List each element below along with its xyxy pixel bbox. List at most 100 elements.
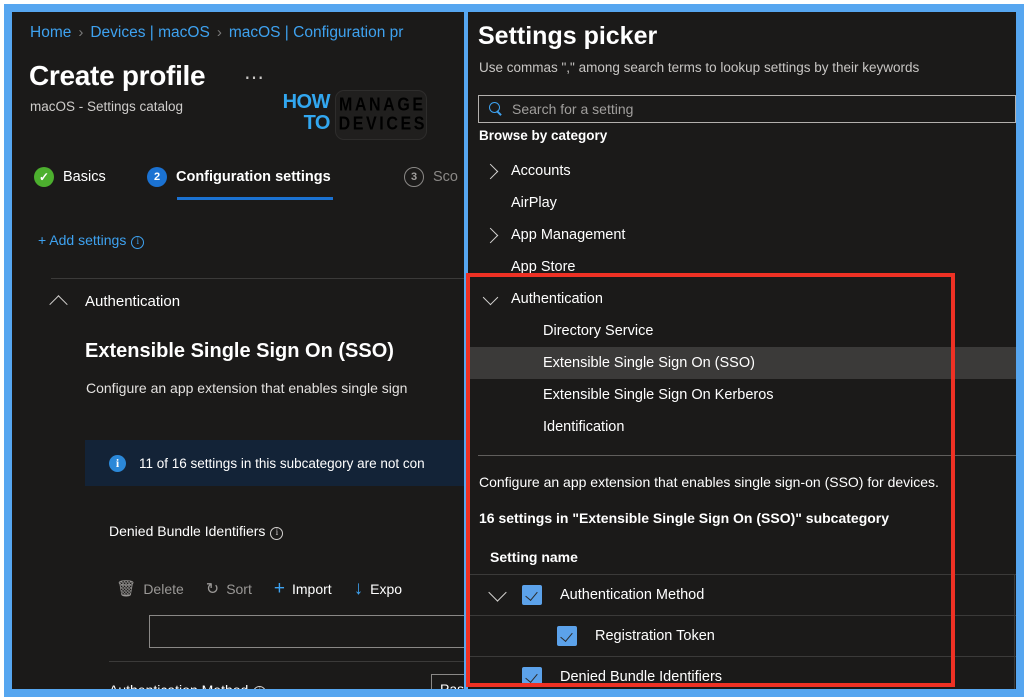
subcategory-extensible-sso-kerberos[interactable]: Extensible Single Sign On Kerberos (468, 379, 1016, 411)
no-chevron-icon (485, 422, 496, 433)
info-icon[interactable]: i (131, 236, 145, 249)
create-profile-blade: Home › Devices | macOS › macOS | Configurati… (12, 12, 464, 689)
how-to-manage-devices-logo: HOW TO MANAGE DEVICES (277, 90, 427, 142)
settings-picker-title: Settings picker (478, 22, 658, 50)
logo-howto-text: HOW TO (277, 92, 331, 134)
subcategory-directory-service[interactable]: Directory Service (468, 315, 1016, 347)
category-accounts[interactable]: Accounts (468, 155, 1016, 187)
column-separator (1014, 616, 1015, 657)
tab-scope-tags-number: 3 (404, 167, 424, 187)
sso-heading: Extensible Single Sign On (SSO) (85, 340, 394, 362)
breadcrumb-item-config-profiles[interactable]: macOS | Configuration pr (229, 24, 404, 41)
divider (109, 661, 464, 662)
logo-manage-devices-box: MANAGE DEVICES (335, 90, 427, 140)
delete-label: Delete (143, 581, 184, 597)
tab-configuration-settings-number: 2 (147, 167, 167, 187)
no-chevron-icon (485, 358, 496, 369)
column-separator (1014, 657, 1015, 689)
chevron-right-icon (482, 163, 499, 179)
authentication-method-text: Authentication Method (109, 682, 248, 689)
chevron-down-icon (482, 289, 499, 305)
category-app-management-label: App Management (511, 227, 626, 243)
settings-picker-subtitle: Use commas "," among search terms to loo… (479, 60, 920, 75)
tab-basics[interactable]: ✓ Basics (34, 164, 106, 190)
tab-scope-tags-label: Sco (433, 169, 458, 185)
breadcrumb-item-home[interactable]: Home (30, 24, 71, 41)
subcategory-extensible-sso[interactable]: Extensible Single Sign On (SSO) (468, 347, 1016, 379)
breadcrumb-separator-icon: › (78, 24, 84, 41)
browse-by-category-label: Browse by category (479, 128, 608, 143)
info-icon[interactable]: i (270, 527, 284, 540)
category-app-management[interactable]: App Management (468, 219, 1016, 251)
subcategory-identification-label: Identification (543, 419, 625, 435)
page-subtitle: macOS - Settings catalog (30, 99, 184, 114)
list-command-bar: 🗑 Delete ↻ Sort + Import ↓ Expo (116, 578, 424, 600)
search-input[interactable]: Search for a setting (512, 101, 633, 117)
no-chevron-icon (485, 198, 496, 209)
tab-configuration-settings[interactable]: 2 Configuration settings (147, 164, 333, 200)
subcategory-directory-service-label: Directory Service (543, 323, 654, 339)
no-chevron-icon (485, 326, 496, 337)
section-authentication-label: Authentication (85, 293, 181, 310)
column-header-setting-name: Setting name (490, 549, 578, 565)
subcategory-extensible-sso-kerberos-label: Extensible Single Sign On Kerberos (543, 387, 774, 403)
add-settings-label: + Add settings (38, 232, 127, 248)
divider (51, 278, 464, 279)
table-row[interactable]: Authentication Method (468, 574, 1016, 616)
row-checkbox[interactable] (557, 626, 577, 646)
authentication-method-dropdown[interactable]: Pas (431, 674, 464, 689)
search-icon (489, 102, 503, 116)
export-label: Expo (370, 581, 403, 597)
column-separator (1014, 575, 1015, 616)
more-actions-button[interactable]: ⋯ (244, 65, 265, 90)
category-airplay[interactable]: AirPlay (468, 187, 1016, 219)
chevron-up-icon (49, 295, 68, 314)
denied-bundle-identifiers-label: Denied Bundle Identifiers i (109, 523, 284, 540)
settings-not-configured-banner: i 11 of 16 settings in this subcategory … (85, 440, 464, 486)
setting-name-label: Denied Bundle Identifiers (560, 669, 723, 685)
tab-basics-label: Basics (63, 169, 106, 185)
page-title: Create profile (29, 60, 206, 91)
table-row[interactable]: Denied Bundle Identifiers (468, 656, 1016, 689)
breadcrumb: Home › Devices | macOS › macOS | Configurati… (30, 24, 403, 42)
export-button[interactable]: ↓ Expo (354, 578, 402, 600)
table-row[interactable]: Registration Token (468, 615, 1016, 657)
no-chevron-icon (485, 390, 496, 401)
blue-screenshot-frame: Home › Devices | macOS › macOS | Configurati… (4, 4, 1024, 697)
breadcrumb-item-devices[interactable]: Devices | macOS (90, 24, 209, 41)
delete-button[interactable]: 🗑 Delete (116, 579, 184, 599)
divider (478, 455, 1016, 456)
tab-basics-check-icon: ✓ (34, 167, 54, 187)
no-chevron-icon (485, 262, 496, 273)
import-label: Import (291, 581, 332, 597)
row-checkbox[interactable] (522, 585, 542, 605)
section-authentication[interactable]: Authentication (49, 293, 181, 314)
tab-scope-tags[interactable]: 3 Sco (404, 164, 458, 190)
subcategory-identification[interactable]: Identification (468, 411, 1016, 443)
sort-label: Sort (226, 581, 252, 597)
chevron-down-icon[interactable] (488, 583, 507, 602)
tab-configuration-settings-label: Configuration settings (176, 169, 331, 185)
denied-bundle-identifiers-input[interactable] (149, 615, 464, 648)
category-app-store-label: App Store (511, 259, 576, 275)
denied-bundle-identifiers-text: Denied Bundle Identifiers (109, 523, 266, 539)
category-authentication[interactable]: Authentication (468, 283, 1016, 315)
logo-line-to: TO (303, 112, 331, 134)
download-arrow-icon: ↓ (353, 578, 364, 599)
add-settings-button[interactable]: + Add settings i (38, 232, 145, 249)
logo-line-devices: DEVICES (338, 114, 428, 135)
no-chevron-icon (488, 665, 506, 683)
sso-description: Configure an app extension that enables … (86, 380, 408, 396)
chevron-right-icon (482, 227, 499, 243)
subcategory-description: Configure an app extension that enables … (479, 474, 939, 490)
authentication-method-label: Authentication Method i (109, 682, 267, 689)
settings-search-box[interactable]: Search for a setting (478, 95, 1016, 123)
category-authentication-label: Authentication (511, 291, 603, 307)
info-icon[interactable]: i (253, 686, 267, 689)
category-app-store[interactable]: App Store (468, 251, 1016, 283)
row-checkbox[interactable] (522, 667, 542, 687)
tab-active-underline (177, 197, 333, 200)
import-button[interactable]: + Import (274, 578, 332, 600)
setting-name-label: Registration Token (595, 628, 715, 644)
sort-button[interactable]: ↻ Sort (206, 579, 252, 599)
